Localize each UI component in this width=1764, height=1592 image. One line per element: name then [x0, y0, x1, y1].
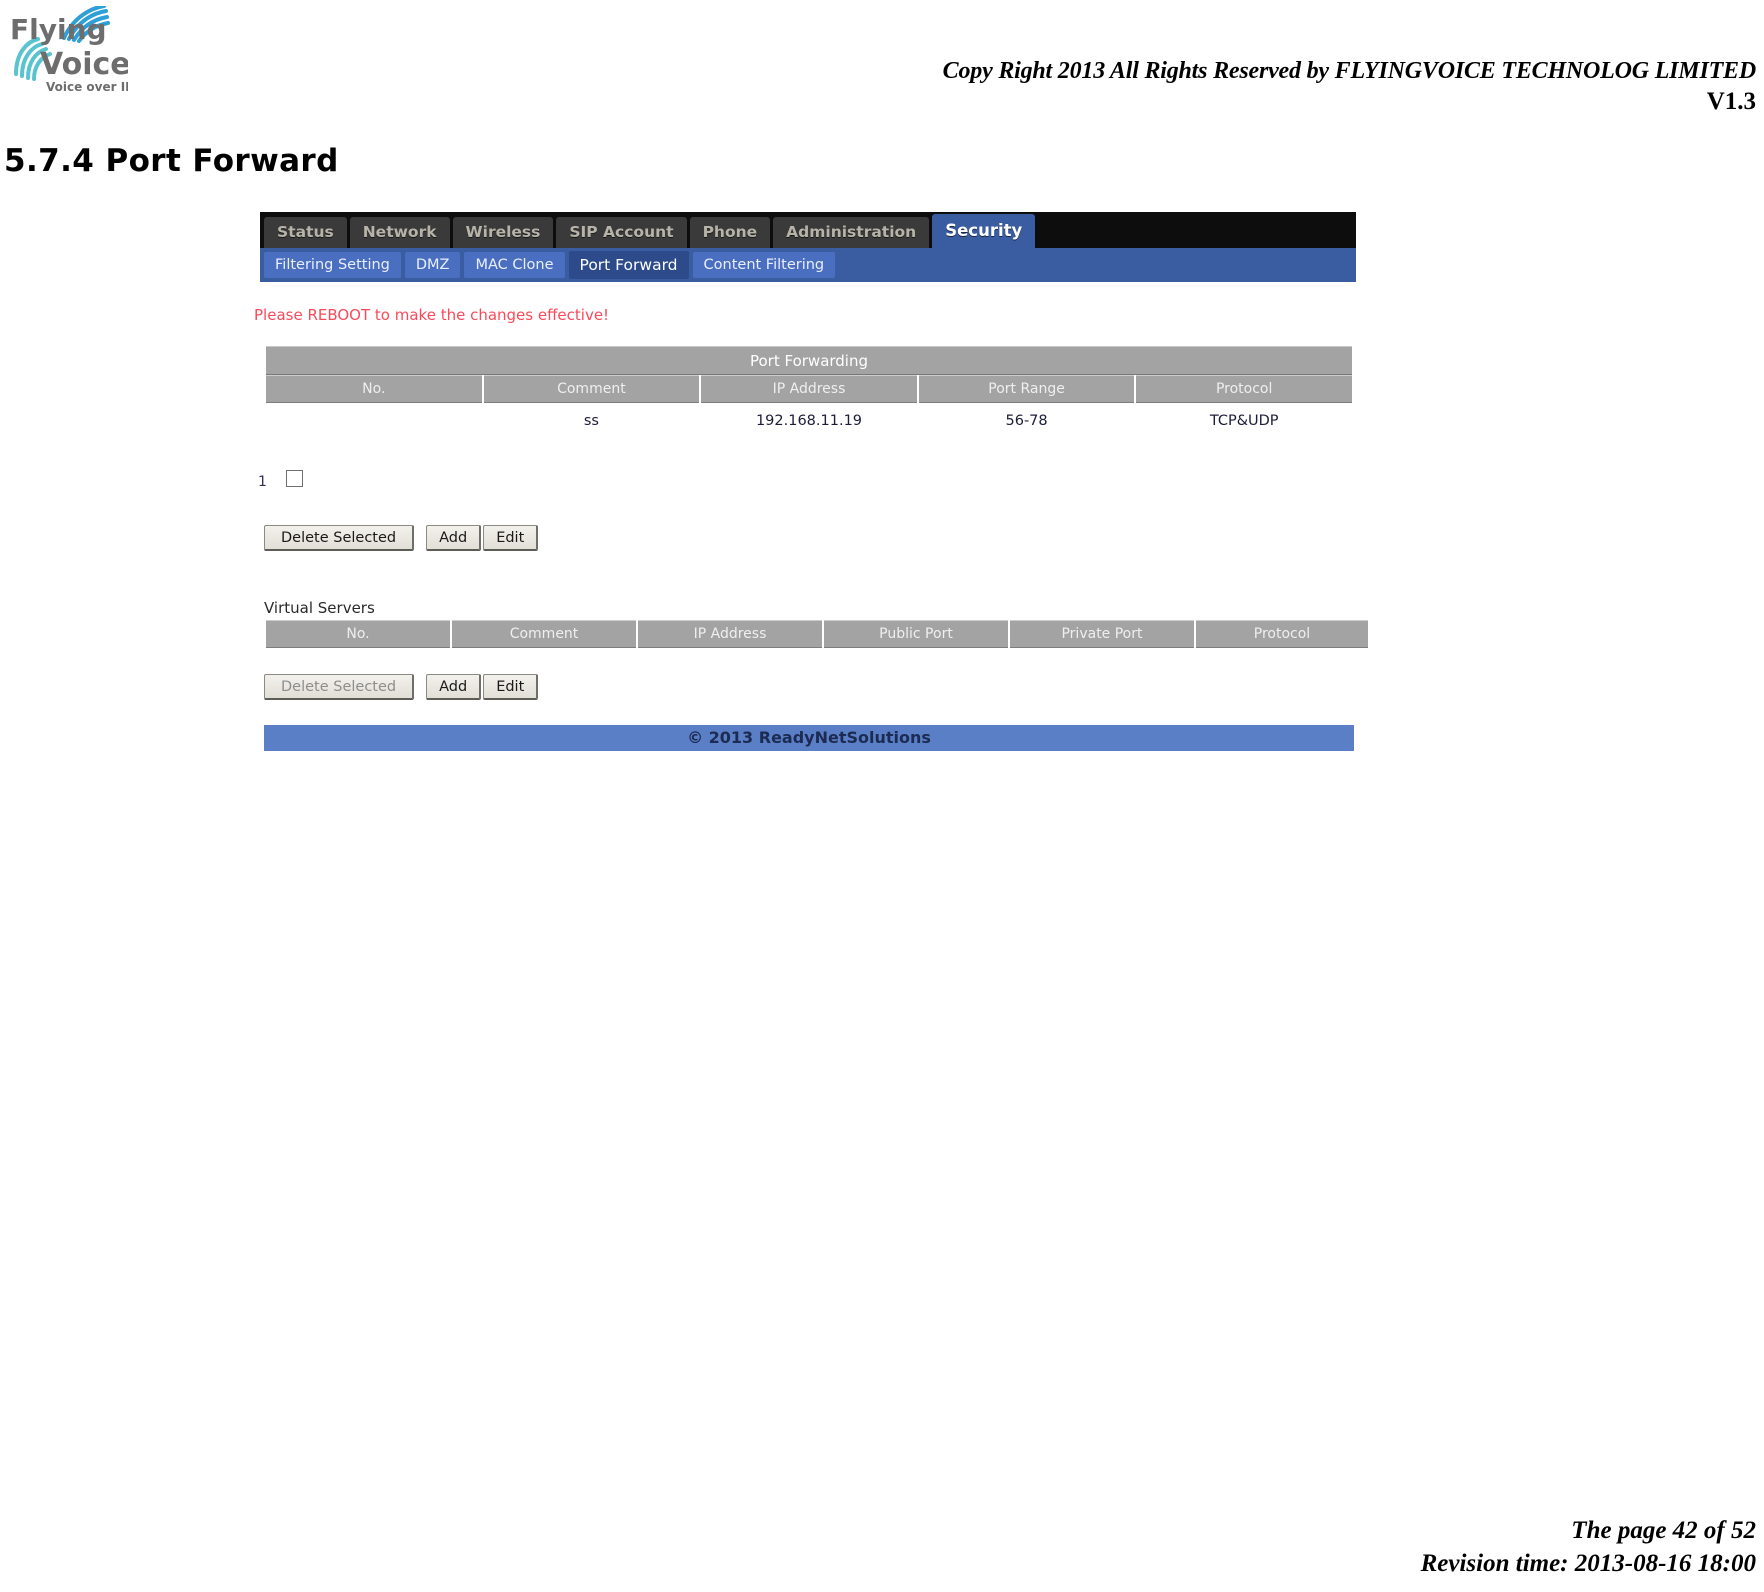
virtual-servers-table: No. Comment IP Address Public Port Priva… — [264, 620, 1370, 648]
sub-navigation: Filtering Setting DMZ MAC Clone Port For… — [260, 248, 1356, 282]
subnav-tab-dmz[interactable]: DMZ — [404, 252, 461, 278]
port-forwarding-buttons: Delete Selected Add Edit — [264, 525, 539, 551]
port-forwarding-title: Port Forwarding — [266, 346, 1352, 375]
vs-edit-button[interactable]: Edit — [483, 674, 539, 700]
router-ui-screenshot: Status Network Wireless SIP Account Phon… — [254, 212, 1368, 751]
header-copyright: Copy Right 2013 All Rights Reserved by F… — [942, 58, 1757, 84]
document-footer: The page 42 of 52 Revision time: 2013-08… — [1421, 1514, 1756, 1580]
col-header-protocol: Protocol — [1136, 375, 1352, 403]
header-version: V1.3 — [1706, 88, 1756, 115]
cell-ip-address: 192.168.11.19 — [755, 413, 863, 429]
vs-delete-selected-button[interactable]: Delete Selected — [264, 674, 415, 700]
nav-tab-status[interactable]: Status — [264, 217, 347, 248]
vs-col-header-public-port: Public Port — [824, 620, 1008, 648]
subnav-tab-filtering-setting[interactable]: Filtering Setting — [264, 252, 401, 278]
flyingvoice-logo: Flying Voice Voice over IP — [8, 6, 128, 98]
vs-col-header-ip-address: IP Address — [638, 620, 822, 648]
svg-text:Voice over IP: Voice over IP — [46, 80, 128, 94]
nav-tab-phone[interactable]: Phone — [689, 217, 771, 248]
cell-no — [266, 403, 482, 439]
col-header-comment: Comment — [483, 375, 700, 403]
table-header-row: No. Comment IP Address Port Range Protoc… — [266, 375, 1352, 403]
vs-col-header-no: No. — [266, 620, 450, 648]
vs-col-header-private-port: Private Port — [1010, 620, 1194, 648]
page-title: 5.7.4 Port Forward — [4, 142, 339, 179]
nav-tab-sip-account[interactable]: SIP Account — [556, 217, 687, 248]
nav-tab-wireless[interactable]: Wireless — [452, 217, 554, 248]
cell-comment: ss — [583, 413, 599, 429]
nav-tab-security[interactable]: Security — [932, 214, 1036, 248]
subnav-tab-mac-clone[interactable]: MAC Clone — [464, 252, 565, 278]
delete-selected-button[interactable]: Delete Selected — [264, 525, 415, 551]
virtual-servers-buttons: Delete Selected Add Edit — [264, 674, 539, 700]
router-footer-bar: © 2013 ReadyNetSolutions — [264, 725, 1354, 751]
document-header: Flying Voice Voice over IP Copy Right 20… — [0, 0, 1764, 130]
vs-col-header-comment: Comment — [452, 620, 636, 648]
row-select-checkbox[interactable] — [286, 470, 303, 487]
table-title-row: Port Forwarding — [266, 346, 1352, 375]
col-header-no: No. — [266, 375, 482, 403]
col-header-port-range: Port Range — [918, 375, 1135, 403]
vs-col-header-protocol: Protocol — [1196, 620, 1368, 648]
add-button[interactable]: Add — [426, 525, 482, 551]
subnav-tab-port-forward[interactable]: Port Forward — [568, 251, 689, 279]
nav-tab-administration[interactable]: Administration — [773, 217, 930, 248]
table-row: ss 192.168.11.19 56-78 TCP&UDP — [266, 403, 1352, 439]
reboot-warning-text: Please REBOOT to make the changes effect… — [254, 306, 610, 324]
col-header-ip-address: IP Address — [701, 375, 917, 403]
svg-text:Voice: Voice — [40, 47, 128, 82]
port-forwarding-table: Port Forwarding No. Comment IP Address P… — [264, 346, 1354, 439]
footer-page-number: The page 42 of 52 — [1571, 1517, 1756, 1544]
table-header-row: No. Comment IP Address Public Port Priva… — [266, 620, 1368, 648]
footer-revision-time: Revision time: 2013-08-16 18:00 — [1420, 1550, 1756, 1577]
row-number-1: 1 — [258, 474, 267, 490]
cell-port-range: 56-78 — [1005, 413, 1048, 429]
vs-add-button[interactable]: Add — [426, 674, 482, 700]
main-navigation: Status Network Wireless SIP Account Phon… — [260, 212, 1356, 248]
subnav-tab-content-filtering[interactable]: Content Filtering — [692, 252, 836, 278]
svg-text:Flying: Flying — [10, 13, 107, 46]
nav-tab-network[interactable]: Network — [349, 217, 450, 248]
edit-button[interactable]: Edit — [483, 525, 539, 551]
cell-protocol: TCP&UDP — [1209, 413, 1279, 429]
virtual-servers-label: Virtual Servers — [264, 599, 375, 617]
